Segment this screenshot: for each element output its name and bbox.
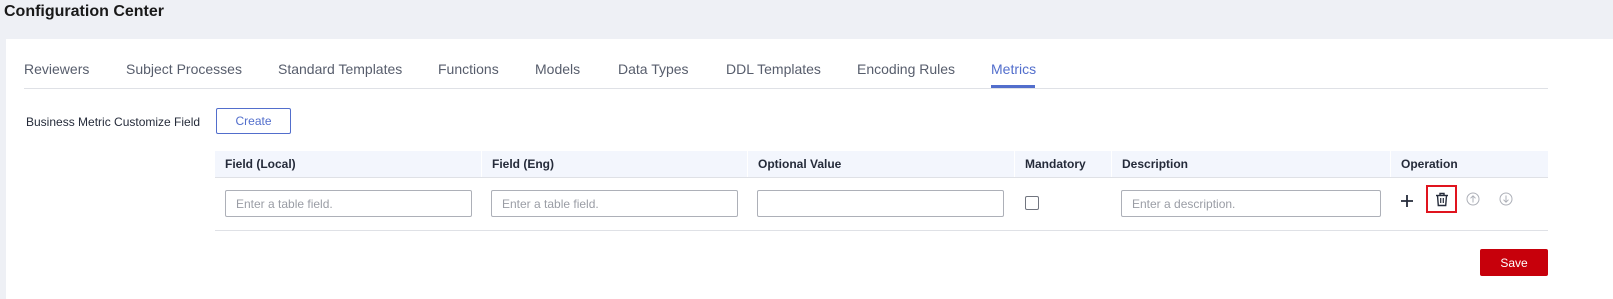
tab-ddl-templates[interactable]: DDL Templates xyxy=(726,61,821,77)
create-button[interactable]: Create xyxy=(216,108,291,134)
table-header: Field (Local) Field (Eng) Optional Value… xyxy=(215,151,1548,178)
tab-bar: Reviewers Subject Processes Standard Tem… xyxy=(24,39,1548,89)
arrow-up-circle-icon[interactable] xyxy=(1466,192,1480,211)
field-local-input[interactable] xyxy=(225,190,472,217)
field-eng-input[interactable] xyxy=(491,190,738,217)
column-header-mandatory: Mandatory xyxy=(1014,151,1111,177)
tab-subject-processes[interactable]: Subject Processes xyxy=(126,61,242,77)
plus-icon[interactable] xyxy=(1400,191,1416,211)
column-header-operation: Operation xyxy=(1390,151,1548,177)
mandatory-checkbox[interactable] xyxy=(1025,196,1039,210)
column-header-field-eng: Field (Eng) xyxy=(481,151,747,177)
page-title: Configuration Center xyxy=(4,3,164,20)
tab-data-types[interactable]: Data Types xyxy=(618,61,689,77)
active-tab-indicator xyxy=(991,85,1035,88)
tab-encoding-rules[interactable]: Encoding Rules xyxy=(857,61,955,77)
config-card: Reviewers Subject Processes Standard Tem… xyxy=(6,39,1613,299)
column-header-description: Description xyxy=(1111,151,1390,177)
section-label: Business Metric Customize Field xyxy=(26,115,201,129)
column-header-field-local: Field (Local) xyxy=(225,157,296,171)
description-input[interactable] xyxy=(1121,190,1381,217)
save-button[interactable]: Save xyxy=(1480,249,1548,276)
trash-icon[interactable] xyxy=(1426,185,1457,213)
optional-value-input[interactable] xyxy=(757,190,1004,217)
tab-standard-templates[interactable]: Standard Templates xyxy=(278,61,402,77)
arrow-down-circle-icon[interactable] xyxy=(1499,192,1513,211)
column-header-optional-value: Optional Value xyxy=(747,151,1014,177)
tab-models[interactable]: Models xyxy=(535,61,580,77)
custom-field-table: Field (Local) Field (Eng) Optional Value… xyxy=(215,151,1548,231)
tab-metrics[interactable]: Metrics xyxy=(991,61,1036,77)
tab-reviewers[interactable]: Reviewers xyxy=(24,61,89,77)
tab-functions[interactable]: Functions xyxy=(438,61,499,77)
